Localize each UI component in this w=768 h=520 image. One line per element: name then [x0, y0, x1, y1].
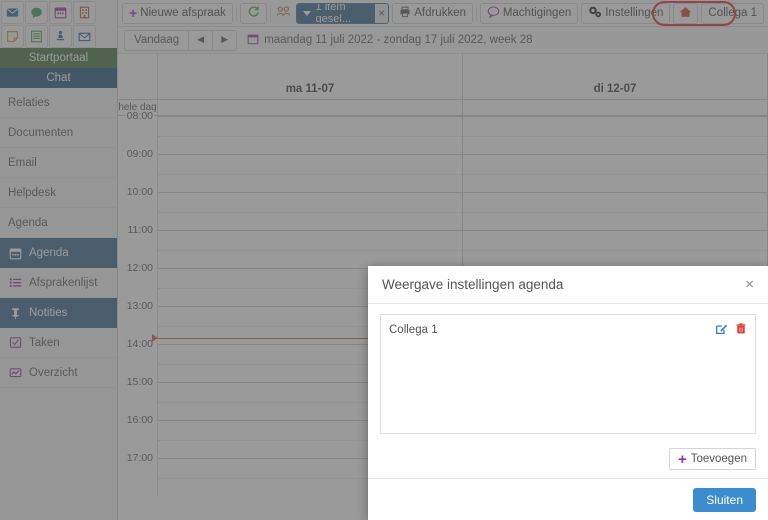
list-item-label: Collega 1 [389, 324, 438, 336]
edit-pencil-icon[interactable] [715, 322, 728, 338]
add-button-label: Toevoegen [690, 453, 747, 465]
settings-modal: Weergave instellingen agenda × Collega 1 [368, 266, 768, 520]
close-button[interactable]: Sluiten [693, 487, 756, 512]
modal-footer: Sluiten [368, 478, 768, 520]
modal-body: Collega 1 [368, 304, 768, 440]
modal-title: Weergave instellingen agenda [382, 277, 564, 292]
list-item-actions [715, 322, 747, 338]
plus-icon: + [677, 450, 687, 468]
list-item[interactable]: Collega 1 [389, 321, 747, 339]
close-icon[interactable]: × [745, 277, 754, 292]
agenda-list: Collega 1 [380, 314, 756, 434]
application-window: € € + Nieuwe afspraak 1 item ge [0, 0, 768, 520]
add-button[interactable]: + Toevoegen [668, 448, 756, 470]
modal-header: Weergave instellingen agenda × [368, 266, 768, 304]
trash-icon[interactable] [735, 322, 747, 338]
add-row: + Toevoegen [368, 440, 768, 478]
